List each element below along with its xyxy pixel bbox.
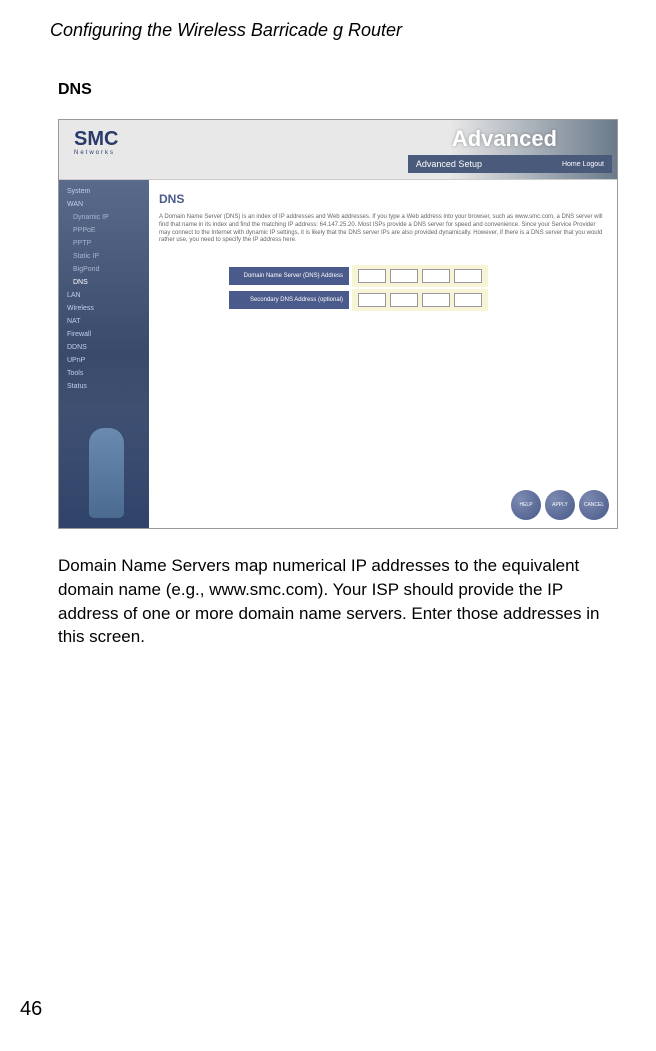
secondary-dns-inputs: [352, 289, 488, 311]
primary-dns-inputs: [352, 265, 488, 287]
advanced-setup-bar: Advanced Setup Home Logout: [408, 155, 612, 173]
action-buttons: HELP APPLY CANCEL: [511, 490, 609, 520]
sidebar-item-static-ip[interactable]: Static IP: [59, 250, 149, 263]
help-button[interactable]: HELP: [511, 490, 541, 520]
sidebar-item-wireless[interactable]: Wireless: [59, 302, 149, 315]
secondary-dns-octet-4[interactable]: [454, 293, 482, 307]
dns-form-table: Domain Name Server (DNS) Address Seconda…: [229, 265, 607, 311]
cancel-button[interactable]: CANCEL: [579, 490, 609, 520]
sidebar-item-firewall[interactable]: Firewall: [59, 328, 149, 341]
primary-dns-row: Domain Name Server (DNS) Address: [229, 265, 607, 287]
sidebar-item-system[interactable]: System: [59, 185, 149, 198]
screenshot-content: DNS A Domain Name Server (DNS) is an ind…: [149, 180, 617, 528]
content-description: A Domain Name Server (DNS) is an index o…: [159, 214, 607, 245]
secondary-dns-label: Secondary DNS Address (optional): [229, 291, 349, 309]
page-number: 46: [20, 998, 42, 1021]
apply-button[interactable]: APPLY: [545, 490, 575, 520]
sidebar-item-pptp[interactable]: PPTP: [59, 237, 149, 250]
page-header: Configuring the Wireless Barricade g Rou…: [50, 20, 606, 41]
primary-dns-octet-3[interactable]: [422, 269, 450, 283]
sidebar-item-wan[interactable]: WAN: [59, 198, 149, 211]
content-title: DNS: [159, 192, 607, 206]
secondary-dns-octet-3[interactable]: [422, 293, 450, 307]
advanced-brand-text: Advanced: [452, 126, 557, 152]
router-admin-screenshot: SMC Networks Advanced Advanced Setup Hom…: [58, 119, 618, 529]
screenshot-sidebar: System WAN Dynamic IP PPPoE PPTP Static …: [59, 180, 149, 528]
primary-dns-label: Domain Name Server (DNS) Address: [229, 267, 349, 285]
home-logout-links[interactable]: Home Logout: [562, 161, 604, 168]
sidebar-item-status[interactable]: Status: [59, 380, 149, 393]
secondary-dns-row: Secondary DNS Address (optional): [229, 289, 607, 311]
primary-dns-octet-4[interactable]: [454, 269, 482, 283]
primary-dns-octet-2[interactable]: [390, 269, 418, 283]
sidebar-item-ddns[interactable]: DDNS: [59, 341, 149, 354]
smc-logo-subtitle: Networks: [74, 150, 115, 156]
sidebar-decoration-image: [59, 408, 149, 528]
screenshot-body: System WAN Dynamic IP PPPoE PPTP Static …: [59, 180, 617, 528]
sidebar-item-bigpond[interactable]: BigPond: [59, 263, 149, 276]
body-paragraph: Domain Name Servers map numerical IP add…: [58, 554, 606, 649]
sidebar-item-lan[interactable]: LAN: [59, 289, 149, 302]
advanced-setup-label: Advanced Setup: [416, 159, 482, 169]
sidebar-item-pppoe[interactable]: PPPoE: [59, 224, 149, 237]
secondary-dns-octet-2[interactable]: [390, 293, 418, 307]
sidebar-item-dynamic-ip[interactable]: Dynamic IP: [59, 211, 149, 224]
smc-logo: SMC: [74, 128, 118, 151]
screenshot-topbar: SMC Networks Advanced Advanced Setup Hom…: [59, 120, 617, 180]
sidebar-item-tools[interactable]: Tools: [59, 367, 149, 380]
secondary-dns-octet-1[interactable]: [358, 293, 386, 307]
section-title: DNS: [58, 81, 606, 99]
person-silhouette-icon: [89, 428, 124, 518]
sidebar-item-nat[interactable]: NAT: [59, 315, 149, 328]
sidebar-item-upnp[interactable]: UPnP: [59, 354, 149, 367]
primary-dns-octet-1[interactable]: [358, 269, 386, 283]
sidebar-item-dns[interactable]: DNS: [59, 276, 149, 289]
